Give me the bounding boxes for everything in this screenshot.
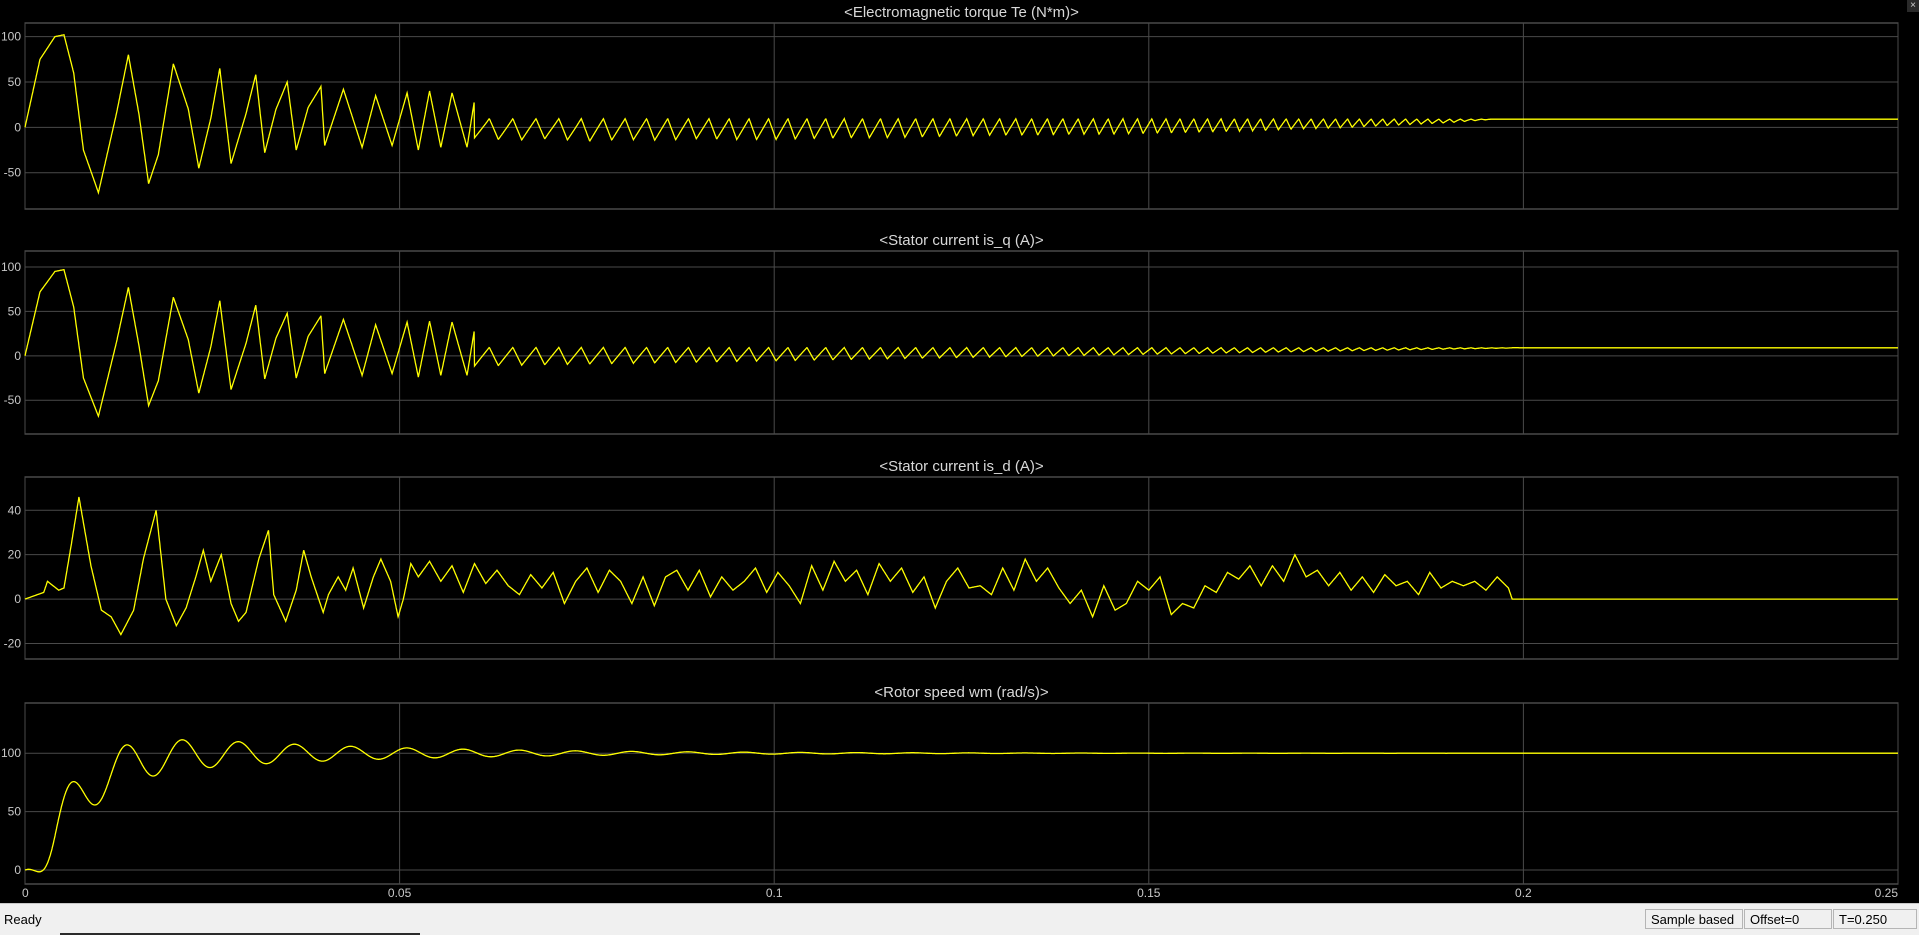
x-tick-label: 0.05 <box>388 886 412 900</box>
y-tick-label: 0 <box>14 592 21 606</box>
y-tick-label: 20 <box>8 548 22 562</box>
y-tick-label: 50 <box>8 75 22 89</box>
y-tick-label: 0 <box>14 863 21 877</box>
scope-display[interactable]: -50 0 50 100 <Electromagnetic torque Te (N*m… <box>0 0 1919 903</box>
y-tick-label: 100 <box>1 30 21 44</box>
plot-title: <Electromagnetic torque Te (N*m)> <box>844 4 1079 21</box>
offset-indicator: Offset=0 <box>1744 909 1832 929</box>
scope-plots: -50 0 50 100 <Electromagnetic torque Te (N*m… <box>1 4 1899 900</box>
plot-title: <Rotor speed wm (rad/s)> <box>874 684 1048 701</box>
y-tick-label: -20 <box>4 636 22 650</box>
y-tick-label: -50 <box>4 393 22 407</box>
y-tick-label: 50 <box>8 304 22 318</box>
x-tick-label: 0.25 <box>1875 886 1899 900</box>
time-indicator: T=0.250 <box>1833 909 1917 929</box>
plot-title: <Stator current is_d (A)> <box>879 458 1043 475</box>
x-tick-label: 0.15 <box>1137 886 1161 900</box>
x-tick-label: 0.1 <box>766 886 783 900</box>
y-tick-label: 50 <box>8 805 22 819</box>
x-tick-label: 0 <box>22 886 29 900</box>
sample-mode-indicator: Sample based <box>1645 909 1743 929</box>
y-tick-label: 0 <box>14 120 21 134</box>
y-tick-label: -50 <box>4 166 22 180</box>
plot-area-3 <box>24 476 1899 660</box>
x-tick-label: 0.2 <box>1515 886 1532 900</box>
y-tick-label: 40 <box>8 503 22 517</box>
status-bar: Ready Sample based Offset=0 T=0.250 <box>0 903 1919 935</box>
y-tick-label: 100 <box>1 260 21 274</box>
close-icon[interactable]: × <box>1907 0 1919 12</box>
status-text: Ready <box>4 912 42 927</box>
plot-title: <Stator current is_q (A)> <box>879 232 1043 249</box>
y-tick-label: 0 <box>14 349 21 363</box>
y-tick-label: 100 <box>1 746 21 760</box>
plot-area-4 <box>24 702 1899 885</box>
